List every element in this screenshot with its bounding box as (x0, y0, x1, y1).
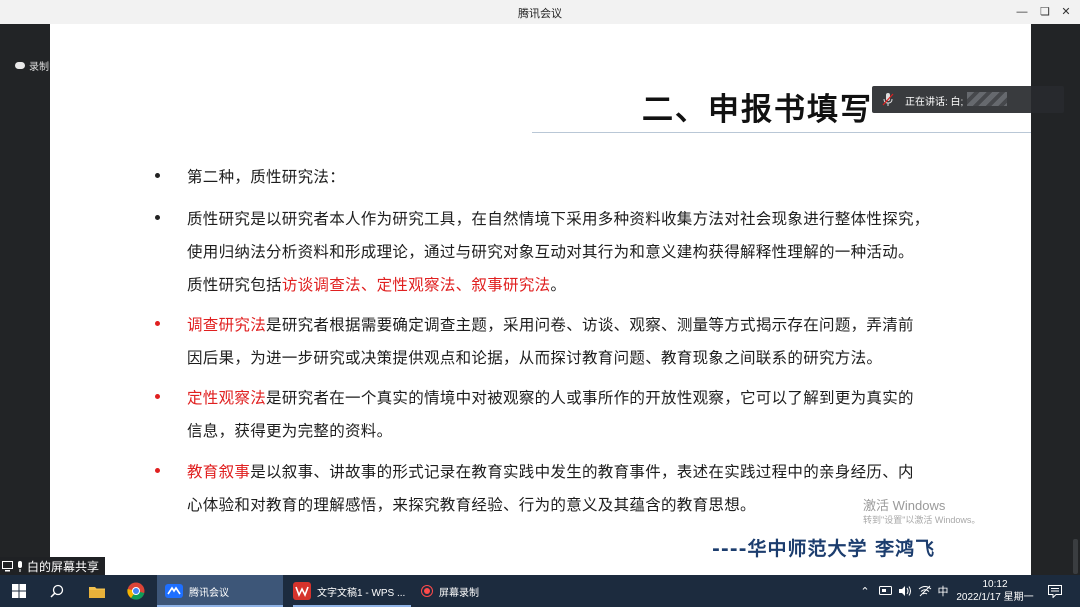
network-button[interactable] (916, 575, 934, 607)
minimize-button[interactable]: — (1014, 4, 1030, 20)
cloud-icon (15, 62, 25, 69)
ime-label: 中 (937, 586, 949, 598)
highlighted-text: 教育叙事 (187, 463, 251, 481)
taskbar-app-label: 文字文稿1 - WPS ... (317, 587, 406, 599)
taskbar-app-label: 屏幕录制 (439, 587, 479, 599)
highlighted-text: 定性观察法 (187, 389, 267, 407)
slide-title: 二、申报书填写 (642, 92, 873, 128)
speaker-icon (899, 586, 911, 596)
tencent-tray-icon (878, 586, 892, 595)
signature: ----华中师范大学 李鸿飞 (712, 538, 936, 560)
screen-record-icon (421, 585, 433, 597)
body-text: 心体验和对教育的理解感悟，来探究教育经验、行为的意义及其蕴含的教育思想。 (187, 496, 756, 514)
bullet-dot (154, 319, 162, 327)
microphone-icon (882, 93, 894, 106)
notification-icon (1048, 584, 1062, 598)
windows-logo-icon (12, 584, 26, 598)
tencent-meeting-icon (165, 584, 183, 598)
taskbar-app-tencent-meeting[interactable]: 腾讯会议 (157, 575, 283, 607)
bullet-dot (154, 392, 162, 400)
search-icon (50, 584, 64, 598)
ime-indicator[interactable]: 中 (935, 575, 951, 607)
body-text: 质性研究是以研究者本人作为研究工具，在自然情境下采用多种资料收集方法对社会现象进… (187, 210, 930, 228)
bullet-line: 第二种，质性研究法： (187, 165, 345, 187)
window-titlebar: 腾讯会议 — ❏ ✕ (0, 0, 1080, 24)
highlighted-text: 访谈调查法、定性观察法、叙事研究法 (281, 276, 551, 294)
chrome-icon (127, 582, 145, 600)
search-button[interactable] (42, 575, 72, 607)
close-button[interactable]: ✕ (1058, 4, 1074, 20)
screen-share-text: 白的屏幕共享 (27, 559, 100, 574)
bullet-line: 信息，获得更为完整的资料。 (187, 419, 392, 441)
chevron-up-icon: ⌃ (860, 585, 870, 598)
body-text: 。 (550, 276, 567, 294)
clock-time: 10:12 (982, 579, 1008, 590)
highlighted-text: 调查研究法 (187, 316, 267, 334)
action-center-button[interactable] (1044, 575, 1066, 607)
body-text: 因后果，为进一步研究或决策提供观点和论据，从而探讨教育问题、教育现象之间联系的研… (187, 349, 883, 367)
speaker-avatar (967, 92, 1007, 106)
bullet-dot (154, 213, 162, 221)
activation-watermark-title: 激活 Windows (863, 498, 946, 513)
share-screen-icon (2, 560, 13, 571)
start-button[interactable] (4, 575, 34, 607)
volume-button[interactable] (896, 575, 914, 607)
speaking-label: 正在讲话: 白; (905, 97, 964, 108)
speaking-indicator: 正在讲话: 白; (872, 86, 1064, 113)
wps-icon (293, 582, 311, 600)
activation-watermark-subtitle: 转到"设置"以激活 Windows。 (863, 515, 981, 525)
body-text: 是以叙事、讲故事的形式记录在教育实践中发生的教育事件，表述在实践过程中的亲身经历… (250, 463, 914, 481)
bullet-line: 教育叙事是以叙事、讲故事的形式记录在教育实践中发生的教育事件，表述在实践过程中的… (187, 460, 914, 482)
taskbar-app-wps[interactable]: 文字文稿1 - WPS ... (285, 575, 411, 607)
taskbar-app-screen-record[interactable]: 屏幕录制 (413, 575, 533, 607)
clock-date: 2022/1/17 星期一 (956, 592, 1034, 603)
body-text: 是研究者在一个真实的情境中对被观察的人或事所作的开放性观察，它可以了解到更为真实… (266, 389, 914, 407)
left-panel (0, 24, 50, 575)
clock[interactable]: 10:12 2022/1/17 星期一 (955, 578, 1035, 604)
bullet-line: 因后果，为进一步研究或决策提供观点和论据，从而探讨教育问题、教育现象之间联系的研… (187, 346, 882, 368)
show-hidden-icons-button[interactable]: ⌃ (856, 575, 874, 607)
bullet-line: 调查研究法是研究者根据需要确定调查主题，采用问卷、访谈、观察、测量等方式揭示存在… (187, 313, 914, 335)
file-explorer-button[interactable] (82, 575, 112, 607)
wifi-icon (918, 585, 932, 597)
chrome-button[interactable] (121, 575, 151, 607)
tray-app[interactable] (876, 575, 894, 607)
bullet-line: 定性观察法是研究者在一个真实的情境中对被观察的人或事所作的开放性观察，它可以了解… (187, 386, 914, 408)
screen-share-label: 白的屏幕共享 (0, 557, 106, 575)
body-text: 使用归纳法分析资料和形成理论，通过与研究对象互动对其行为和意义建构获得解释性理解… (187, 243, 914, 261)
taskbar-app-label: 腾讯会议 (189, 587, 229, 599)
side-scroll-handle[interactable] (1073, 539, 1078, 574)
microphone-icon (18, 560, 22, 572)
bullet-line: 质性研究包括访谈调查法、定性观察法、叙事研究法。 (187, 273, 566, 295)
folder-icon (89, 586, 105, 598)
bullet-dot (154, 466, 162, 474)
taskbar: 腾讯会议 文字文稿1 - WPS ... 屏幕录制 ⌃ 中 10:12 2022… (0, 575, 1080, 607)
window-title: 腾讯会议 (518, 8, 562, 20)
body-text: 质性研究包括 (187, 276, 282, 294)
bullet-dot (154, 171, 162, 179)
body-text: 信息，获得更为完整的资料。 (187, 422, 393, 440)
bullet-line: 心体验和对教育的理解感悟，来探究教育经验、行为的意义及其蕴含的教育思想。 (187, 493, 756, 515)
bullet-line: 使用归纳法分析资料和形成理论，通过与研究对象互动对其行为和意义建构获得解释性理解… (187, 240, 914, 262)
body-text: 是研究者根据需要确定调查主题，采用问卷、访谈、观察、测量等方式揭示存在问题，弄清… (266, 316, 914, 334)
title-divider (532, 132, 1031, 133)
body-text: 第二种，质性研究法： (187, 168, 346, 186)
bullet-line: 质性研究是以研究者本人作为研究工具，在自然情境下采用多种资料收集方法对社会现象进… (187, 207, 930, 229)
restore-button[interactable]: ❏ (1037, 4, 1053, 20)
